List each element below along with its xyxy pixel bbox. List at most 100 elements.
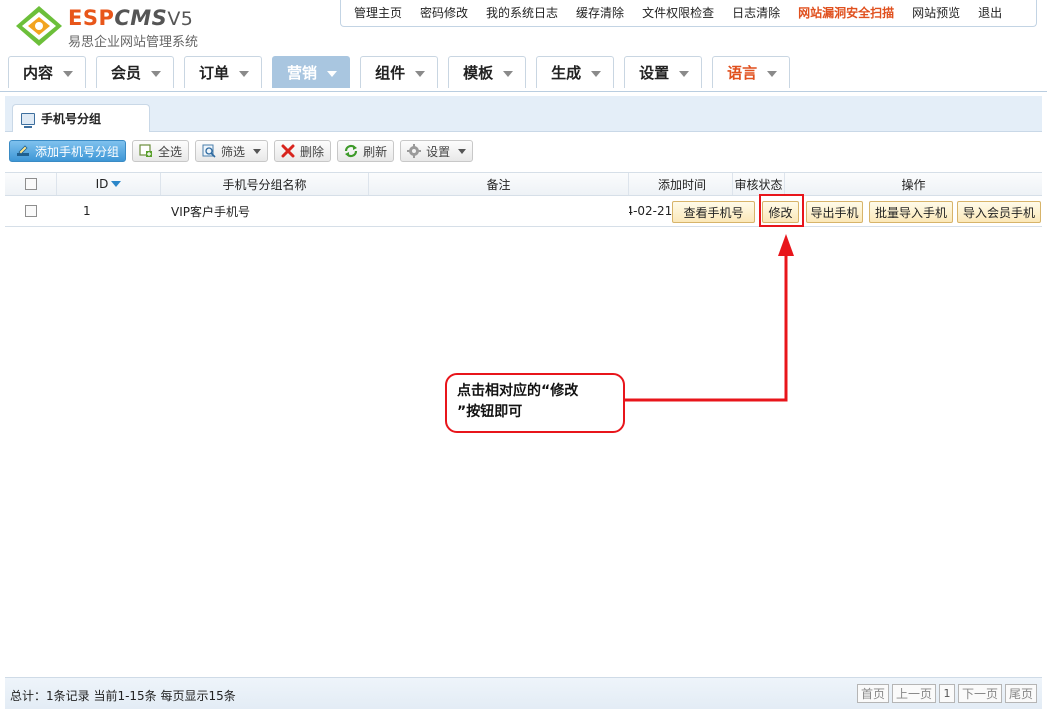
header-ops: 操作 — [901, 177, 926, 192]
logo-mark-icon — [16, 6, 62, 46]
callout-line-1: 点击相对应的“修改 — [457, 383, 579, 399]
header-id-label: ID — [95, 177, 109, 191]
header-state: 审核状态 — [733, 173, 785, 195]
row-checkbox[interactable] — [25, 205, 37, 217]
logo-brand-version: V5 — [167, 8, 194, 30]
select-all-button[interactable]: 全选 — [132, 140, 190, 162]
row-note — [369, 196, 629, 226]
first-page-button[interactable]: 首页 — [856, 684, 889, 703]
next-page-button[interactable]: 下一页 — [957, 684, 1002, 703]
main-nav-tab-label: 营销 — [287, 64, 318, 82]
select-all-icon — [139, 144, 153, 157]
main-nav-tab[interactable]: 模板 — [448, 56, 527, 88]
filter-label: 筛选 — [221, 144, 246, 159]
refresh-icon — [344, 144, 358, 158]
settings-button[interactable]: 设置 — [400, 140, 474, 162]
row-checkbox-cell — [5, 196, 57, 226]
select-all-checkbox[interactable] — [24, 178, 37, 190]
main-nav-tab[interactable]: 营销 — [272, 56, 351, 88]
refresh-button[interactable]: 刷新 — [337, 140, 395, 162]
main-nav-tab[interactable]: 会员 — [96, 56, 175, 88]
add-edit-icon — [17, 145, 29, 156]
top-nav-item[interactable]: 退出 — [969, 0, 1011, 26]
chevron-down-icon — [253, 148, 262, 154]
chevron-down-icon — [767, 70, 778, 77]
main-nav-tab[interactable]: 订单 — [184, 56, 263, 88]
main-nav-tab-label: 生成 — [551, 64, 582, 82]
chevron-down-icon — [239, 70, 250, 77]
add-group-label: 添加手机号分组 — [35, 144, 120, 159]
top-nav-item[interactable]: 日志清除 — [723, 0, 789, 26]
main-nav-tab[interactable]: 组件 — [360, 56, 439, 88]
header-id[interactable]: ID — [57, 173, 161, 195]
magnifier-icon — [202, 144, 216, 158]
chevron-down-icon — [591, 70, 602, 77]
header-note: 备注 — [369, 173, 629, 195]
main-nav-tab-label: 会员 — [111, 64, 142, 82]
main-nav-tab-label: 内容 — [23, 64, 54, 82]
select-all-label: 全选 — [158, 144, 183, 159]
top-nav-item[interactable]: 缓存清除 — [567, 0, 633, 26]
main-nav-tab-label: 订单 — [199, 64, 230, 82]
callout-line-2: ”按钮即可 — [457, 404, 523, 420]
edit-highlight-box — [759, 194, 804, 227]
pagination: 首页 上一页 1 下一页 尾页 — [854, 684, 1037, 703]
logo-brand-cms: CMS — [114, 6, 168, 30]
top-nav: 管理主页 密码修改 我的系统日志 缓存清除 文件权限检查 日志清除 网站漏洞安全扫描 网站预览… — [340, 0, 1037, 27]
settings-label: 设置 — [426, 144, 451, 159]
chevron-down-icon — [679, 70, 690, 77]
last-page-button[interactable]: 尾页 — [1004, 684, 1037, 703]
main-nav-tab-label: 组件 — [375, 64, 406, 82]
top-nav-item[interactable]: 网站预览 — [903, 0, 969, 26]
refresh-label: 刷新 — [363, 144, 388, 159]
toolbar: 添加手机号分组 全选 筛选 删除 刷新 设置 — [9, 140, 479, 162]
main-nav-tab[interactable]: 内容 — [8, 56, 87, 88]
annotation-callout: 点击相对应的“修改 ”按钮即可 — [445, 373, 625, 433]
main-nav-tab[interactable]: 生成 — [536, 56, 615, 88]
add-group-button[interactable]: 添加手机号分组 — [9, 140, 127, 162]
main-nav: 内容 会员 订单 营销 组件 模板 生成 设置 语言 — [8, 56, 800, 88]
logo[interactable]: ESPCMSV5 易思企业网站管理系统 — [8, 4, 238, 50]
chevron-down-icon — [503, 70, 514, 77]
top-nav-item[interactable]: 管理主页 — [345, 0, 411, 26]
header-name: 手机号分组名称 — [161, 173, 369, 195]
header-time: 添加时间 — [629, 173, 733, 195]
table-footer: 总计：1条记录 当前1-15条 每页显示15条 首页 上一页 1 下一页 尾页 — [5, 677, 1042, 709]
import-member-phones-button[interactable]: 导入会员手机 — [957, 201, 1041, 223]
chevron-down-icon — [458, 148, 467, 154]
delete-x-icon — [281, 144, 295, 158]
tab-label: 手机号分组 — [41, 112, 102, 126]
monitor-icon — [21, 112, 35, 128]
main-nav-tab[interactable]: 语言 — [712, 56, 791, 88]
content-tabbar: 手机号分组 — [5, 96, 1042, 132]
top-nav-item[interactable]: 我的系统日志 — [477, 0, 567, 26]
row-name: VIP客户手机号 — [171, 204, 250, 219]
current-page[interactable]: 1 — [938, 684, 955, 703]
prev-page-button[interactable]: 上一页 — [891, 684, 936, 703]
main-nav-tab-label: 设置 — [639, 64, 670, 82]
chevron-down-icon — [327, 70, 338, 77]
tab-mobile-groups[interactable]: 手机号分组 — [12, 104, 150, 132]
main-nav-tab[interactable]: 设置 — [624, 56, 703, 88]
top-nav-item[interactable]: 密码修改 — [411, 0, 477, 26]
main-nav-tab-label: 语言 — [727, 64, 758, 82]
filter-button[interactable]: 筛选 — [195, 140, 269, 162]
logo-brand-esp: ESP — [68, 6, 115, 30]
chevron-down-icon — [151, 70, 162, 77]
batch-import-button[interactable]: 批量导入手机 — [869, 201, 953, 223]
header-checkbox-cell — [5, 173, 57, 195]
logo-wordmark: ESPCMSV5 — [68, 6, 193, 30]
top-nav-item[interactable]: 文件权限检查 — [633, 0, 723, 26]
export-phones-button[interactable]: 导出手机 — [806, 201, 863, 223]
top-nav-item[interactable]: 网站漏洞安全扫描 — [789, 0, 903, 26]
record-summary: 总计：1条记录 当前1-15条 每页显示15条 — [10, 689, 236, 703]
sort-desc-icon — [111, 181, 122, 187]
delete-button[interactable]: 删除 — [274, 140, 332, 162]
view-phones-button[interactable]: 查看手机号 — [672, 201, 755, 223]
delete-label: 删除 — [300, 144, 325, 159]
chevron-down-icon — [415, 70, 426, 77]
gear-icon — [407, 144, 422, 158]
main-nav-tab-label: 模板 — [463, 64, 494, 82]
app-header: ESPCMSV5 易思企业网站管理系统 管理主页 密码修改 我的系统日志 缓存清除 文件… — [0, 0, 1047, 92]
chevron-down-icon — [63, 70, 74, 77]
